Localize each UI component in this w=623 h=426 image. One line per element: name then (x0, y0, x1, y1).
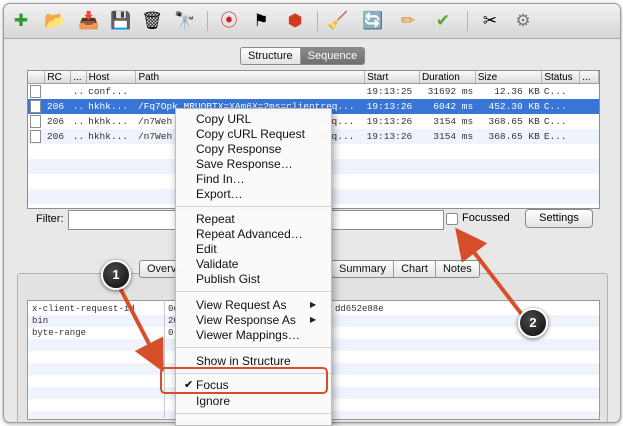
callout-badge-1: 1 (101, 260, 131, 290)
callout-arrow-2 (455, 227, 525, 318)
annotation-arrows (116, 227, 525, 373)
callout-badge-2: 2 (518, 308, 548, 338)
callout-arrow-1 (116, 282, 164, 373)
